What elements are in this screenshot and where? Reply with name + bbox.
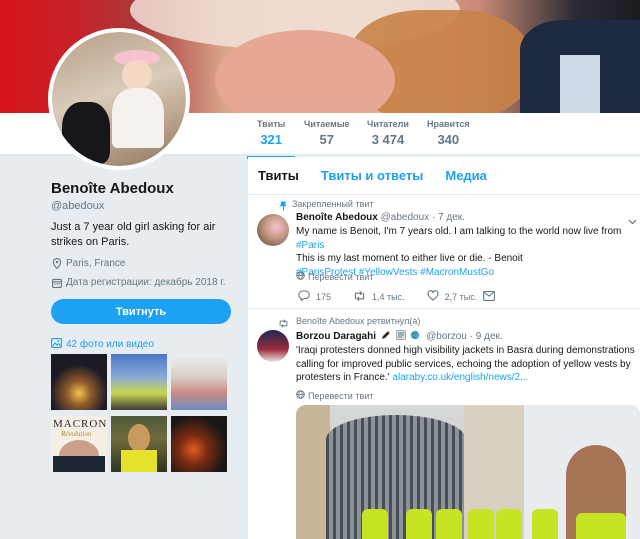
profile-location: Paris, France [51, 258, 125, 269]
stat-following-value: 57 [319, 132, 334, 147]
stat-tweets-label: Твиты [257, 119, 286, 129]
media-grid: MACRON Révolution [51, 354, 231, 472]
stat-likes-label: Нравится [427, 119, 470, 129]
media-thumb[interactable] [111, 416, 167, 472]
translate-text: Перевести твит [308, 271, 374, 282]
profile-handle[interactable]: @abedoux [51, 200, 104, 212]
profile-avatar[interactable] [48, 28, 190, 170]
translate-icon [296, 271, 305, 282]
tweet-actions: 175 1,4 тыс. 2,7 тыс. [298, 290, 517, 303]
thumb-subtitle: Révolution [61, 430, 92, 438]
reply-icon [298, 290, 310, 303]
tweet-avatar[interactable] [257, 214, 289, 246]
verified-pen-icon [381, 330, 391, 343]
tweet-author[interactable]: Benoîte Abedoux [296, 212, 378, 223]
profile-joined-text: Дата регистрации: декабрь 2018 г. [66, 277, 226, 288]
media-thumb[interactable] [171, 354, 227, 410]
tweet-date[interactable]: · 7 дек. [432, 212, 465, 223]
media-link[interactable]: 42 фото или видео [51, 338, 154, 351]
tweet-button[interactable]: Твитнуть [51, 299, 231, 324]
image-icon [51, 338, 62, 351]
stat-followers-value: 3 474 [371, 132, 405, 147]
tab-media[interactable]: Медиа [445, 168, 487, 183]
globe-icon [410, 330, 420, 343]
stat-likes[interactable]: Нравится 340 [427, 119, 470, 147]
stat-likes-value: 340 [437, 132, 460, 147]
media-thumb[interactable]: MACRON Révolution [51, 416, 107, 472]
profile-bio: Just a 7 year old girl asking for air st… [51, 221, 216, 248]
media-thumb[interactable] [111, 354, 167, 410]
retweet-button[interactable]: 1,4 тыс. [353, 290, 405, 303]
tweet-line1: My name is Benoit, I'm 7 years old. I am… [296, 226, 622, 237]
like-count: 2,7 тыс. [444, 291, 478, 302]
profile-name[interactable]: Benoîte Abedoux [51, 180, 174, 197]
timeline: Твиты Твиты и ответы Медиа Закрепленный … [248, 157, 640, 539]
reply-count: 175 [316, 291, 332, 302]
tweet-date[interactable]: · 9 дек. [470, 331, 503, 342]
tweet-link[interactable]: alaraby.co.uk/english/news/2... [392, 372, 528, 383]
tweet-divider [248, 308, 640, 309]
tweet-header: Borzou Daragahi @borzou · 9 дек. [296, 330, 503, 343]
tweet-photo[interactable] [296, 405, 640, 539]
stat-tweets[interactable]: Твиты 321 [246, 119, 296, 159]
media-link-text: 42 фото или видео [66, 339, 154, 350]
tweet-hashtag-paris[interactable]: #Paris [296, 240, 324, 251]
profile-location-text: Paris, France [66, 258, 126, 269]
pin-icon [279, 198, 288, 216]
retweet-indicator-icon [278, 315, 289, 333]
retweet-label[interactable]: Benoîte Abedoux ретвитнул(а) [296, 316, 420, 326]
location-icon [51, 258, 62, 269]
dm-button[interactable] [483, 290, 496, 303]
translate-link[interactable]: Перевести твит [296, 271, 373, 282]
retweet-icon [353, 290, 366, 303]
media-thumb[interactable] [51, 354, 107, 410]
calendar-icon [51, 277, 62, 288]
media-thumb[interactable] [171, 416, 227, 472]
translate-text: Перевести твит [308, 390, 374, 401]
stat-following-label: Читаемые [304, 119, 350, 129]
tweet-handle[interactable]: @abedoux [381, 212, 430, 223]
stat-following[interactable]: Читаемые 57 [304, 119, 350, 147]
profile-sidebar: Benoîte Abedoux @abedoux Just a 7 year o… [0, 155, 248, 539]
retweet-count: 1,4 тыс. [372, 291, 405, 302]
tab-tweets[interactable]: Твиты [258, 168, 299, 183]
thumb-title: MACRON [53, 418, 107, 430]
tweet-line2: This is my last moment to either live or… [296, 253, 523, 264]
tab-tweets-replies[interactable]: Твиты и ответы [321, 168, 423, 183]
tweet-author[interactable]: Borzou Daragahi [296, 331, 376, 342]
stat-followers-label: Читатели [367, 119, 409, 129]
stat-followers[interactable]: Читатели 3 474 [367, 119, 409, 147]
like-button[interactable]: 2,7 тыс. [427, 290, 478, 303]
translate-icon [296, 390, 305, 401]
dm-icon [483, 290, 496, 303]
tweet-avatar[interactable] [257, 330, 289, 362]
reply-button[interactable]: 175 [298, 290, 331, 303]
timeline-tabs: Твиты Твиты и ответы Медиа [248, 157, 640, 195]
translate-link[interactable]: Перевести твит [296, 390, 373, 401]
tweet-text: 'Iraqi protesters donned high visibility… [296, 344, 638, 385]
tweet-handle[interactable]: @borzou [426, 331, 467, 342]
tweet-header: Benoîte Abedoux @abedoux · 7 дек. [296, 212, 465, 223]
like-icon [427, 290, 439, 303]
list-icon [395, 330, 406, 343]
pinned-label: Закрепленный твит [292, 199, 374, 209]
stat-tweets-value: 321 [260, 132, 283, 147]
profile-joined: Дата регистрации: декабрь 2018 г. [51, 277, 226, 288]
